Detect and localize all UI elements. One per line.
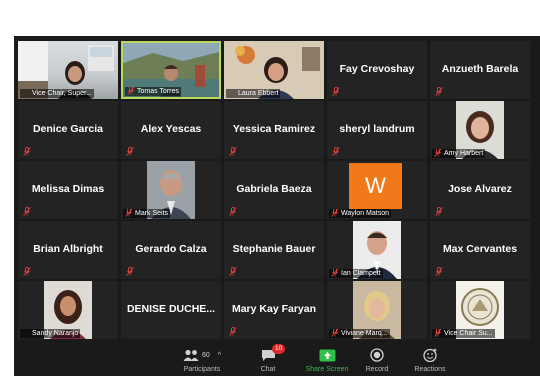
- mic-muted-icon: [229, 147, 237, 156]
- mic-muted-icon: [434, 329, 442, 337]
- participant-name: DENISE DUCHE...: [126, 303, 216, 315]
- participant-name-label: Viviane Marq...: [329, 329, 390, 338]
- participant-name: Anzueth Barela: [441, 63, 519, 75]
- mic-muted-icon: [126, 147, 134, 156]
- participant-name-label: Mark Seits: [123, 209, 171, 218]
- participant-tile-jose-alvarez[interactable]: Jose Alvarez: [430, 161, 530, 219]
- participant-name: Alex Yescas: [140, 123, 202, 135]
- participant-tile-denice-garcia[interactable]: Denice Garcia: [18, 101, 118, 159]
- participant-tile-viviane-marq[interactable]: Viviane Marq...: [327, 281, 427, 339]
- participant-name: Yessica Ramirez: [232, 123, 316, 135]
- participant-name: Fay Crevoshay: [339, 63, 415, 75]
- participant-tile-melissa-dimas[interactable]: Melissa Dimas: [18, 161, 118, 219]
- participant-tile-vice-chair[interactable]: Vice Chair, Super...: [18, 41, 118, 99]
- mic-muted-icon: [331, 209, 339, 217]
- record-button[interactable]: Record: [355, 347, 399, 373]
- mic-muted-icon: [127, 87, 135, 95]
- participant-name: Mary Kay Faryan: [231, 303, 317, 315]
- participant-name: Gabriela Baeza: [236, 183, 312, 195]
- participant-tile-anzueth-barela[interactable]: Anzueth Barela: [430, 41, 530, 99]
- share-screen-button[interactable]: Share Screen: [298, 347, 356, 373]
- participant-name: Gerardo Calza: [135, 243, 207, 255]
- mic-muted-icon: [23, 147, 31, 156]
- record-icon: [370, 348, 384, 362]
- participant-name: Jose Alvarez: [448, 183, 512, 195]
- mic-muted-icon: [229, 267, 237, 276]
- reactions-button[interactable]: Reactions: [406, 347, 454, 373]
- mic-muted-icon: [126, 267, 134, 276]
- chevron-up-icon[interactable]: ^: [218, 352, 221, 359]
- participant-tile-gerardo-calza[interactable]: Gerardo Calza: [121, 221, 221, 279]
- participant-tile-vice-chair-seal[interactable]: Vice Chair Su...: [430, 281, 530, 339]
- participant-name-label: Laura Ebbert: [226, 89, 281, 98]
- participant-tile-sheryl-landrum[interactable]: sheryl landrum: [327, 101, 427, 159]
- participant-tile-stephanie-bauer[interactable]: Stephanie Bauer: [224, 221, 324, 279]
- chat-button[interactable]: 10 Chat: [246, 344, 290, 373]
- participants-count: 60: [201, 351, 210, 359]
- initial-avatar: W: [349, 163, 402, 209]
- mic-muted-icon: [229, 207, 237, 216]
- participant-name-label: Amy Harbert: [432, 149, 486, 158]
- mic-muted-icon: [435, 207, 443, 216]
- participant-tile-mary-kay-faryan[interactable]: Mary Kay Faryan: [224, 281, 324, 339]
- participant-tile-tomas-torres[interactable]: Tomas Torres: [121, 41, 221, 99]
- mic-muted-icon: [332, 147, 340, 156]
- participant-tile-alex-yescas[interactable]: Alex Yescas: [121, 101, 221, 159]
- participant-name-label: Waylon Matson: [329, 209, 391, 218]
- zoom-meeting-window: Vice Chair, Super... Tomas Torres Laura …: [14, 36, 540, 376]
- participant-name-label: Sandy Naranjo: [20, 329, 81, 338]
- participants-button[interactable]: 60 ^ Participants: [176, 347, 228, 373]
- participant-tile-ian-clampett[interactable]: Ian Clampett: [327, 221, 427, 279]
- participant-tile-brian-albright[interactable]: Brian Albright: [18, 221, 118, 279]
- chat-label: Chat: [260, 366, 276, 373]
- participant-tile-sandy-naranjo[interactable]: Sandy Naranjo: [18, 281, 118, 339]
- mic-muted-icon: [435, 267, 443, 276]
- participants-icon: [183, 349, 199, 361]
- participant-tile-max-cervantes[interactable]: Max Cervantes: [430, 221, 530, 279]
- chat-unread-badge: 10: [272, 344, 286, 354]
- reactions-label: Reactions: [414, 366, 446, 373]
- record-label: Record: [365, 366, 389, 373]
- participant-tile-denise-duche[interactable]: DENISE DUCHE...: [121, 281, 221, 339]
- mic-muted-icon: [434, 149, 442, 157]
- meeting-toolbar: 60 ^ Participants 10 Chat Share Screen R…: [14, 342, 540, 376]
- participant-tile-waylon-matson[interactable]: W Waylon Matson: [327, 161, 427, 219]
- participants-label: Participants: [183, 366, 221, 373]
- participant-name: Denice Garcia: [32, 123, 104, 135]
- participant-name-label: Ian Clampett: [329, 269, 383, 278]
- participant-name: Stephanie Bauer: [232, 243, 316, 255]
- participant-name: Brian Albright: [33, 243, 103, 255]
- mic-muted-icon: [435, 87, 443, 96]
- participant-tile-mark-seits[interactable]: Mark Seits: [121, 161, 221, 219]
- mic-muted-icon: [331, 269, 339, 277]
- mic-muted-icon: [23, 267, 31, 276]
- participant-name: Max Cervantes: [442, 243, 518, 255]
- share-screen-label: Share Screen: [305, 366, 349, 373]
- participant-tile-laura-ebbert[interactable]: Laura Ebbert: [224, 41, 324, 99]
- participant-tile-fay-crevoshay[interactable]: Fay Crevoshay: [327, 41, 427, 99]
- participant-name-label: Vice Chair, Super...: [20, 89, 94, 98]
- mic-muted-icon: [229, 327, 237, 336]
- mic-muted-icon: [331, 329, 339, 337]
- share-screen-icon: [319, 349, 335, 361]
- participant-name: sheryl landrum: [339, 123, 415, 135]
- participant-name-label: Tomas Torres: [125, 87, 181, 96]
- participant-tile-amy-harbert[interactable]: Amy Harbert: [430, 101, 530, 159]
- mic-muted-icon: [125, 209, 133, 217]
- mic-muted-icon: [332, 87, 340, 96]
- participant-tile-yessica-ramirez[interactable]: Yessica Ramirez: [224, 101, 324, 159]
- participant-tile-gabriela-baeza[interactable]: Gabriela Baeza: [224, 161, 324, 219]
- reactions-icon: [422, 348, 437, 362]
- participant-name: Melissa Dimas: [31, 183, 105, 195]
- mic-muted-icon: [23, 207, 31, 216]
- participant-name-label: Vice Chair Su...: [432, 329, 495, 338]
